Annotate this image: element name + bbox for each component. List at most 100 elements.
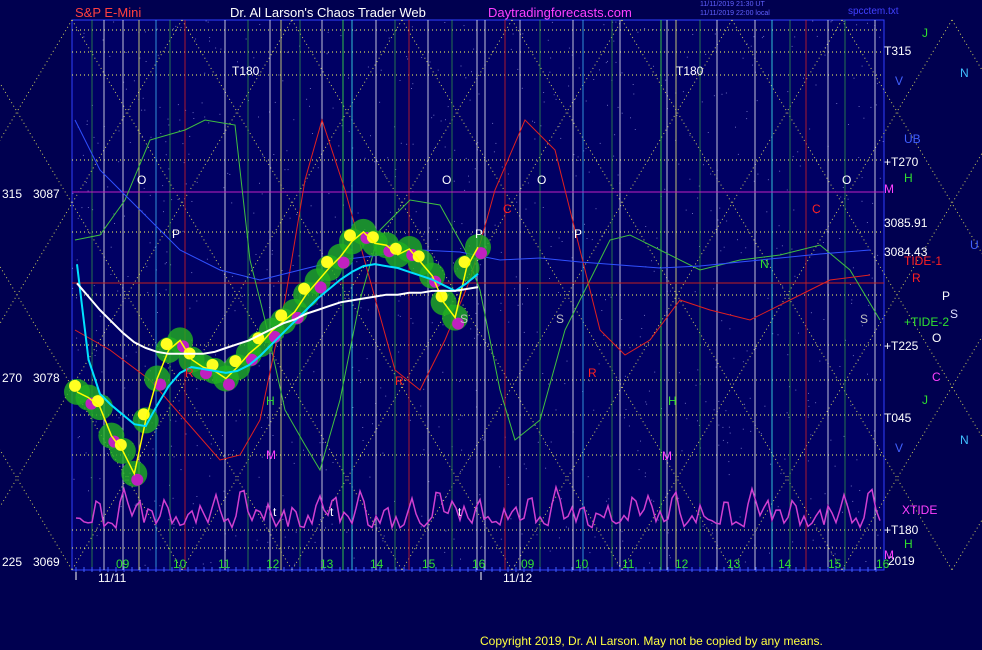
- star-dot: [866, 222, 868, 223]
- planet-label: J: [922, 393, 928, 407]
- star-dot: [607, 104, 608, 106]
- star-dot: [445, 530, 447, 532]
- star-dot: [500, 538, 502, 540]
- star-dot: [834, 553, 836, 555]
- star-dot: [810, 434, 812, 436]
- star-dot: [266, 417, 268, 419]
- data-file-name: spcctem.txt: [848, 6, 899, 17]
- star-dot: [842, 511, 843, 513]
- star-dot: [851, 299, 853, 301]
- star-dot: [177, 199, 179, 200]
- star-dot: [154, 500, 156, 502]
- star-dot: [77, 217, 79, 219]
- star-dot: [868, 304, 870, 306]
- star-dot: [77, 437, 79, 439]
- star-dot: [617, 106, 619, 108]
- star-dot: [143, 187, 145, 189]
- star-dot: [460, 470, 461, 472]
- star-dot: [740, 252, 742, 254]
- star-dot: [470, 328, 472, 330]
- star-dot: [867, 22, 868, 24]
- planet-label: XTIDE: [902, 503, 937, 517]
- star-dot: [851, 302, 853, 304]
- star-dot: [374, 161, 376, 163]
- star-dot: [97, 142, 99, 144]
- star-dot: [710, 210, 712, 212]
- star-dot: [83, 36, 85, 38]
- star-dot: [633, 93, 635, 95]
- star-dot: [477, 303, 479, 305]
- star-dot: [120, 506, 122, 508]
- star-dot: [657, 247, 658, 248]
- star-dot: [167, 118, 169, 120]
- star-dot: [311, 569, 313, 571]
- star-dot: [209, 40, 210, 42]
- star-dot: [129, 142, 131, 143]
- star-dot: [621, 72, 623, 74]
- star-dot: [870, 106, 872, 108]
- star-dot: [412, 322, 414, 324]
- star-dot: [73, 478, 75, 480]
- star-dot: [603, 24, 605, 26]
- star-dot: [163, 200, 165, 202]
- star-dot: [872, 378, 874, 380]
- star-dot: [521, 533, 523, 535]
- star-dot: [637, 31, 639, 33]
- star-dot: [163, 211, 164, 213]
- star-dot: [584, 223, 585, 225]
- star-dot: [433, 147, 435, 149]
- star-dot: [227, 172, 229, 174]
- star-dot: [231, 275, 233, 277]
- chart-inner-label: T180: [676, 64, 704, 78]
- planet-label: H: [904, 171, 913, 185]
- star-dot: [807, 416, 809, 418]
- star-dot: [387, 157, 389, 159]
- star-dot: [542, 373, 544, 374]
- star-dot: [534, 121, 536, 123]
- star-dot: [551, 21, 553, 23]
- star-dot: [267, 541, 269, 543]
- star-dot: [780, 472, 782, 474]
- star-dot: [697, 369, 699, 371]
- star-dot: [259, 24, 261, 25]
- star-dot: [253, 212, 255, 214]
- planet-label: N: [960, 66, 969, 80]
- site-name: Daytradingforecasts.com: [488, 5, 632, 20]
- star-dot: [616, 563, 618, 565]
- star-dot: [598, 363, 600, 365]
- star-dot: [641, 328, 643, 329]
- star-dot: [380, 69, 382, 71]
- star-dot: [823, 319, 825, 320]
- star-dot: [651, 499, 653, 501]
- star-dot: [644, 314, 645, 316]
- star-dot: [682, 91, 684, 93]
- star-dot: [379, 101, 381, 103]
- halo-yellow: [458, 256, 471, 269]
- star-dot: [689, 178, 691, 180]
- star-dot: [362, 440, 364, 441]
- star-dot: [839, 366, 841, 367]
- star-dot: [517, 304, 519, 306]
- star-dot: [770, 463, 772, 465]
- planet-label: U: [970, 238, 979, 252]
- star-dot: [398, 300, 400, 302]
- star-dot: [858, 157, 860, 158]
- star-dot: [564, 383, 566, 385]
- star-dot: [840, 196, 842, 198]
- star-dot: [483, 439, 485, 441]
- star-dot: [175, 25, 177, 27]
- chart-inner-label: R: [588, 366, 597, 380]
- star-dot: [646, 403, 648, 405]
- star-dot: [191, 201, 193, 202]
- star-dot: [400, 142, 402, 144]
- y-tick-price: 3069: [33, 555, 60, 569]
- star-dot: [879, 177, 881, 179]
- star-dot: [94, 355, 96, 356]
- star-dot: [388, 37, 390, 39]
- star-dot: [516, 201, 518, 203]
- star-dot: [72, 267, 73, 269]
- star-dot: [258, 476, 260, 478]
- star-dot: [440, 120, 442, 122]
- star-dot: [317, 167, 319, 169]
- star-dot: [692, 34, 694, 35]
